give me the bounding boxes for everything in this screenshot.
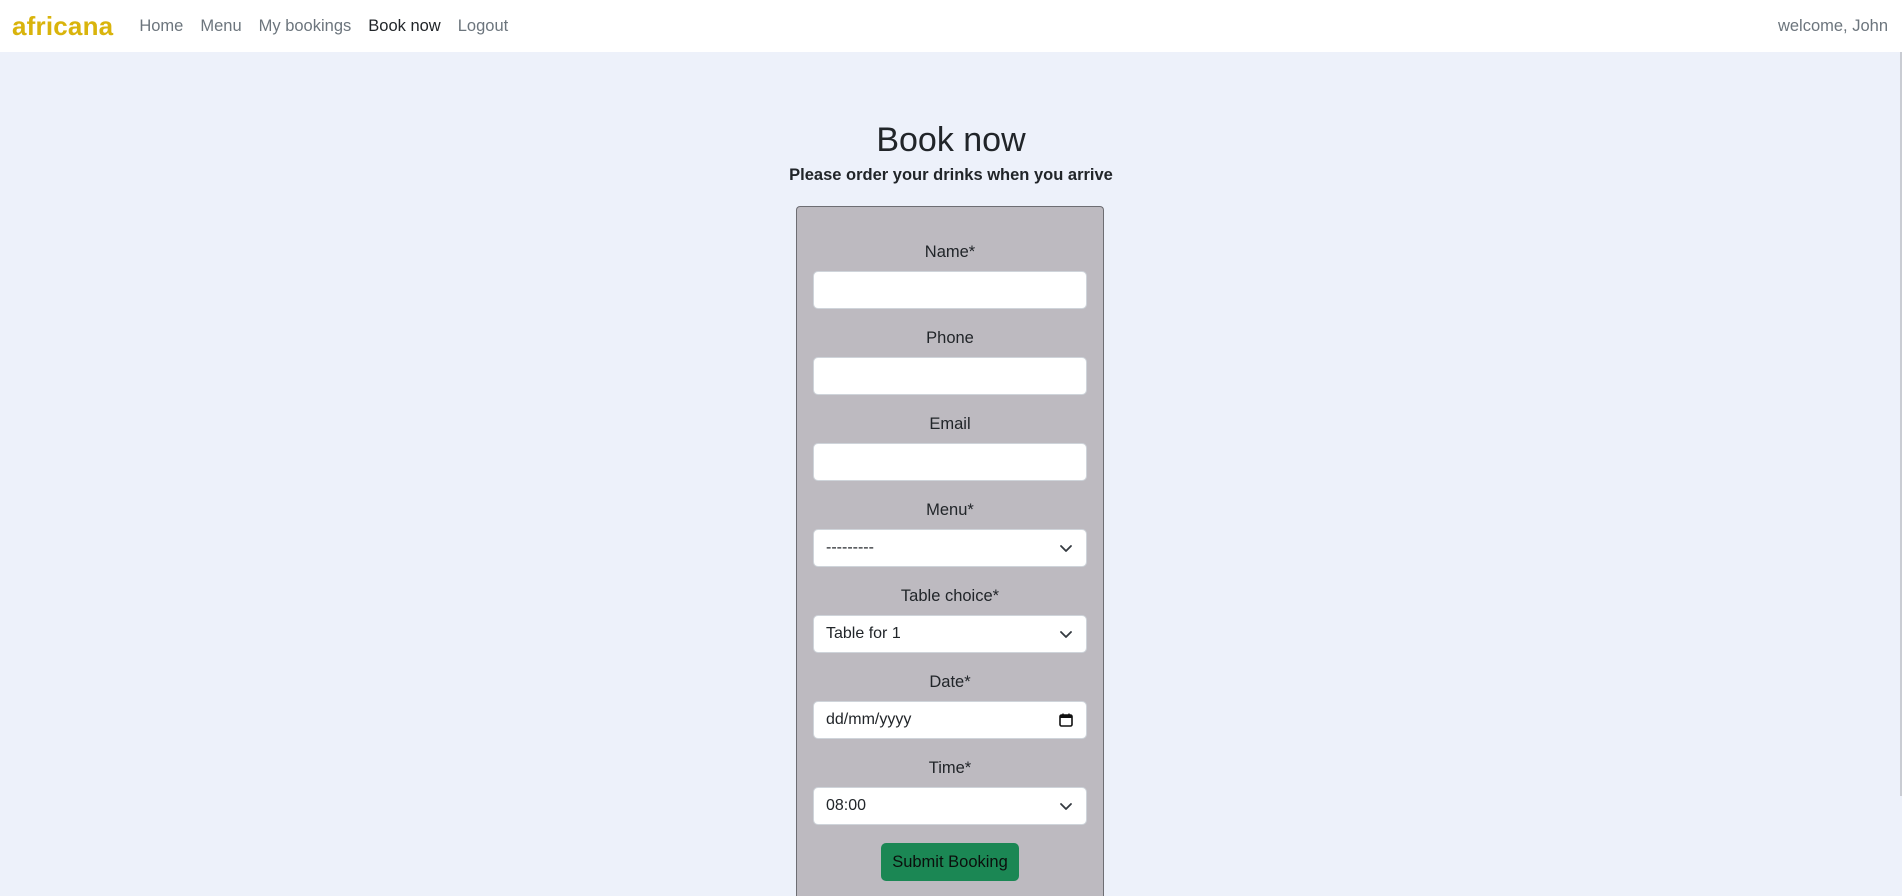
nav-link-logout[interactable]: Logout xyxy=(458,17,508,36)
calendar-icon[interactable] xyxy=(1058,712,1074,728)
email-label: Email xyxy=(929,415,971,433)
menu-select-value: --------- xyxy=(826,539,874,556)
booking-form: Name* Phone Email Menu* --------- Table … xyxy=(796,206,1104,896)
time-select[interactable]: 08:00 xyxy=(813,787,1087,825)
email-field[interactable] xyxy=(813,443,1087,481)
date-field[interactable]: dd/mm/yyyy xyxy=(813,701,1087,739)
submit-booking-button[interactable]: Submit Booking xyxy=(881,843,1019,881)
menu-select[interactable]: --------- xyxy=(813,529,1087,567)
date-value: dd/mm/yyyy xyxy=(826,711,912,728)
nav-link-home[interactable]: Home xyxy=(139,17,183,36)
table-choice-label: Table choice* xyxy=(900,587,1000,605)
phone-label: Phone xyxy=(926,329,974,347)
nav-link-menu[interactable]: Menu xyxy=(200,17,241,36)
welcome-message: welcome, John xyxy=(1777,16,1888,35)
top-navbar: africana Home Menu My bookings Book now … xyxy=(0,0,1902,52)
time-select-value: 08:00 xyxy=(826,797,867,814)
chevron-down-icon xyxy=(1060,803,1072,810)
date-label: Date* xyxy=(929,673,971,691)
chevron-down-icon xyxy=(1060,631,1072,638)
nav-link-my-bookings[interactable]: My bookings xyxy=(259,17,352,36)
page-title: Book now xyxy=(876,121,1026,159)
page-subtitle: Please order your drinks when you arrive xyxy=(789,166,1113,184)
name-field[interactable] xyxy=(813,271,1087,309)
chevron-down-icon xyxy=(1060,545,1072,552)
phone-field[interactable] xyxy=(813,357,1087,395)
table-choice-select[interactable]: Table for 1 xyxy=(813,615,1087,653)
time-label: Time* xyxy=(928,759,972,777)
name-label: Name* xyxy=(924,243,976,261)
nav-link-book-now[interactable]: Book now xyxy=(368,17,440,36)
table-choice-value: Table for 1 xyxy=(826,625,901,642)
brand-logo[interactable]: africana xyxy=(12,11,113,42)
menu-label: Menu* xyxy=(926,501,974,519)
